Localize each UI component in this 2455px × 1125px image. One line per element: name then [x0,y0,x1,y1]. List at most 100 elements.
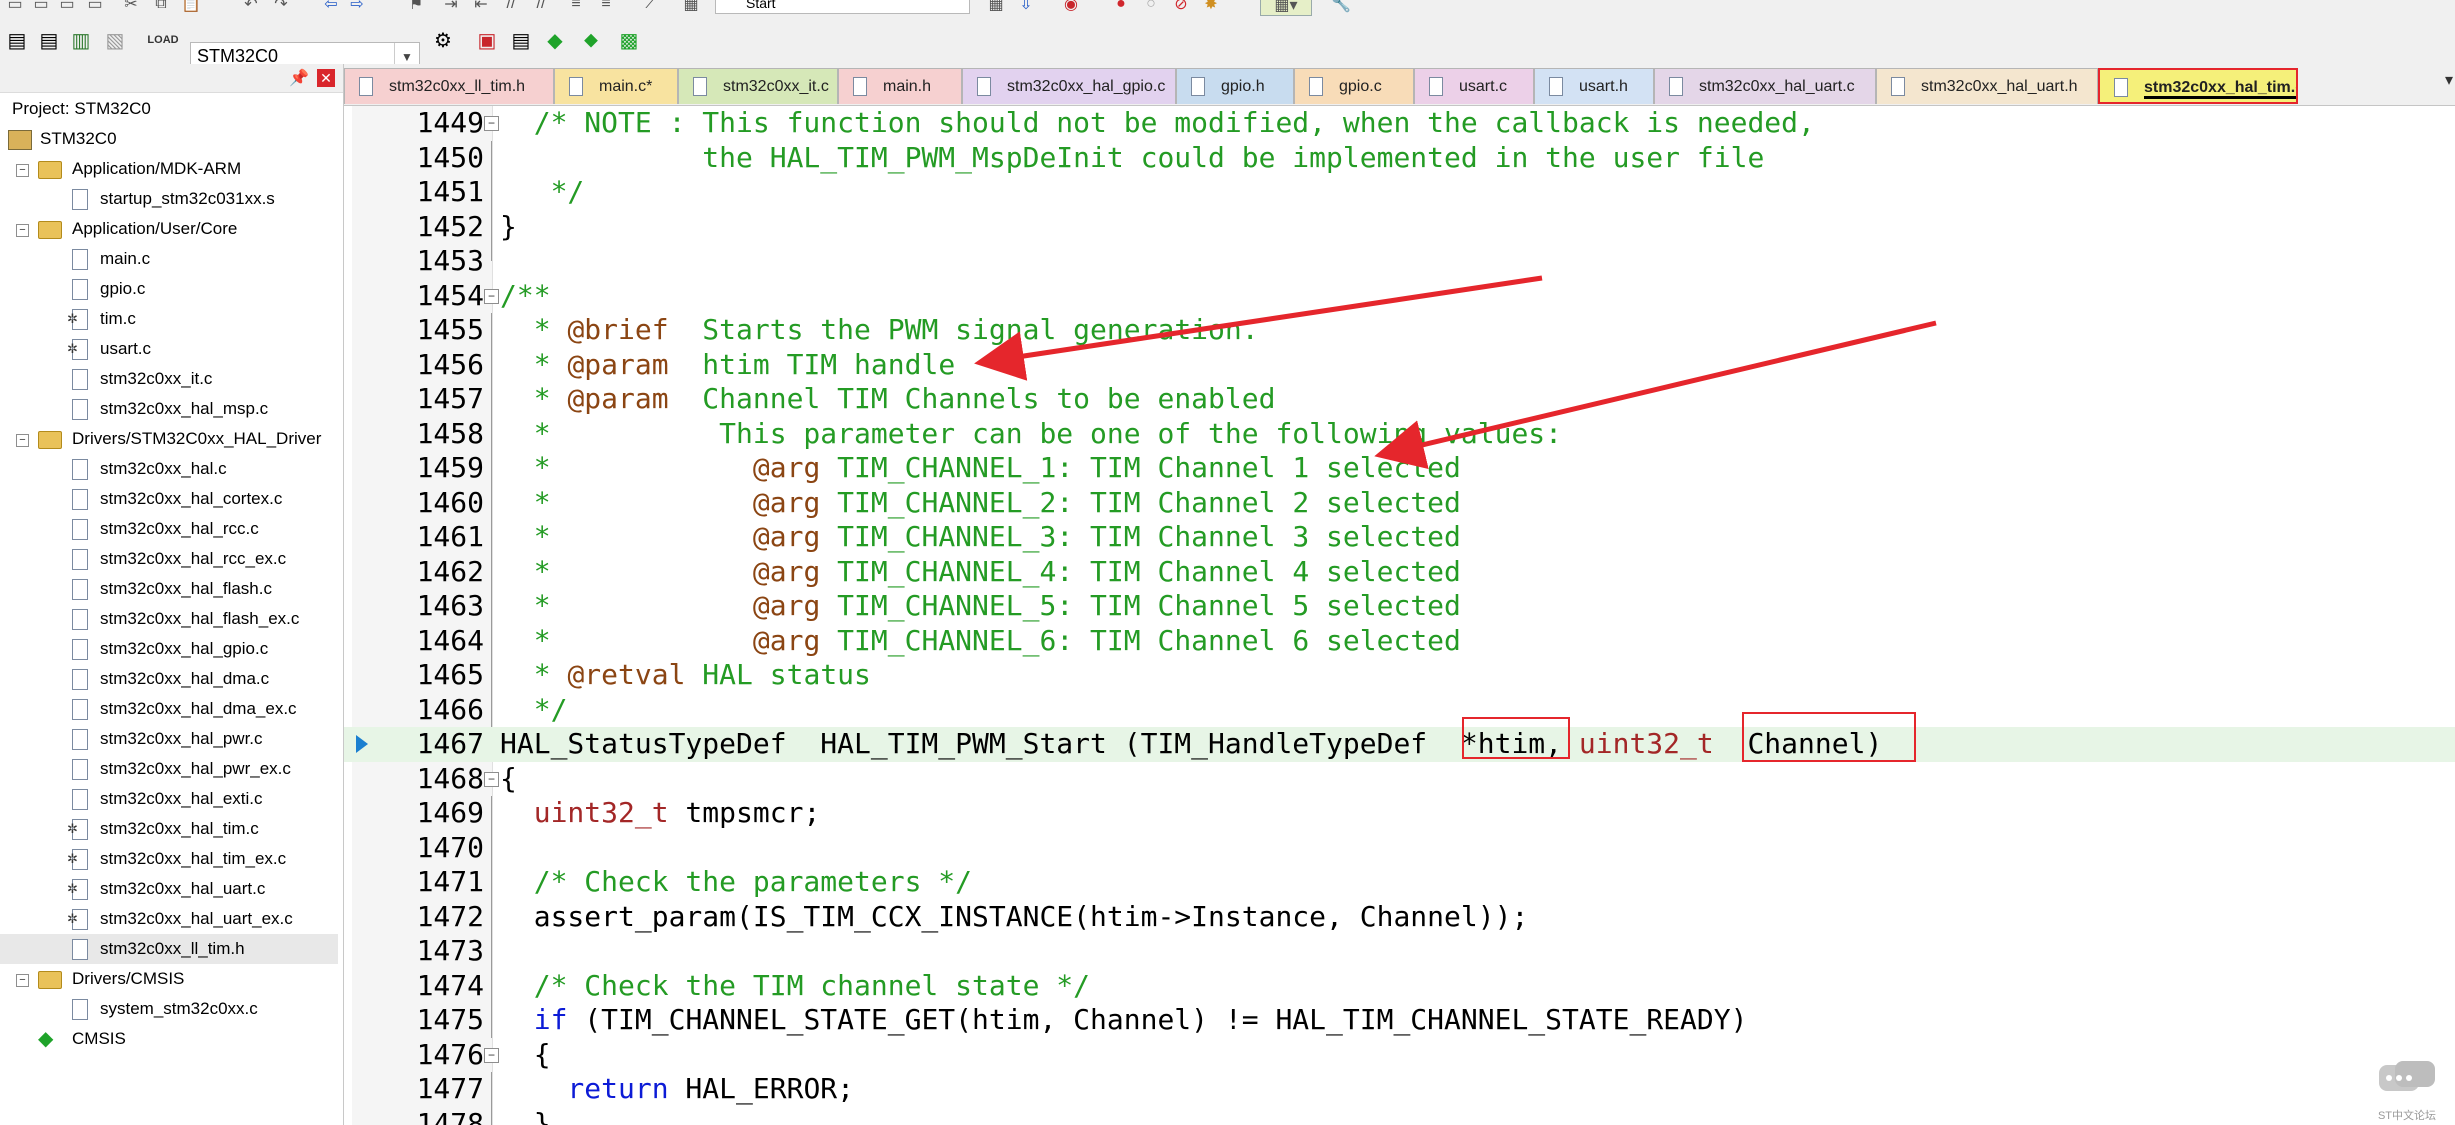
paste-icon[interactable]: 📋 [180,0,202,14]
nav-back-icon[interactable]: ⇦ [320,0,342,14]
tree-file-1-4[interactable]: stm32c0xx_it.c [0,364,338,394]
tree-file-2-13[interactable]: stm32c0xx_hal_tim_ex.c [0,844,338,874]
load-icon[interactable]: LOAD [147,25,178,55]
project-label-row[interactable]: Project: STM32C0 [0,94,338,124]
tree-group-0[interactable]: − Application/MDK-ARM [0,154,338,184]
collapse-icon[interactable]: − [16,974,29,987]
tab-overflow-icon[interactable]: ▾ [2445,70,2453,90]
tab-3[interactable]: main.h [838,68,962,104]
collapse-icon[interactable]: − [16,224,29,237]
tree-group-2[interactable]: − Drivers/STM32C0xx_HAL_Driver [0,424,338,454]
code-editor[interactable]: 1449− /* NOTE : This function should not… [344,106,2455,1125]
find-icon[interactable]: ▦ [680,0,702,14]
file-icon [72,489,88,510]
tree-file-1-0[interactable]: main.c [0,244,338,274]
file-extensions-icon[interactable]: ▤ [506,25,536,55]
find-combo[interactable]: Start [715,0,970,14]
uncomment-icon[interactable]: // [530,0,552,14]
redo-icon[interactable]: ↷ [270,0,292,14]
indent-icon[interactable]: ⇥ [440,0,462,14]
tab-9[interactable]: stm32c0xx_hal_uart.c [1654,68,1876,104]
indent-selection-icon[interactable]: ≡ [565,0,587,14]
rebuild-icon[interactable]: ▥ [66,25,96,55]
collapse-icon[interactable]: − [16,434,29,447]
tree-item-project-root[interactable]: STM32C0 [0,124,338,154]
tree-group-1[interactable]: − Application/User/Core [0,214,338,244]
undo-icon[interactable]: ↶ [240,0,262,14]
save-all-icon[interactable]: ▭ [84,0,106,14]
file-label: stm32c0xx_hal_dma.c [100,669,270,688]
window-layout-icon[interactable]: ▦▾ [1260,0,1312,16]
outdent-icon[interactable]: ⇤ [470,0,492,14]
tab-6[interactable]: gpio.c [1294,68,1414,104]
select-software-packs-icon[interactable]: ▩ [614,25,644,55]
build-icon[interactable]: ▤ [34,25,64,55]
tab-0[interactable]: stm32c0xx_ll_tim.h [344,68,554,104]
batch-build-icon[interactable]: ▧ [100,25,130,55]
tree-item-cmsis[interactable]: ◆ CMSIS [0,1024,338,1054]
tab-11[interactable]: stm32c0xx_hal_tim.c [2098,68,2298,104]
tree-file-2-6[interactable]: stm32c0xx_hal_gpio.c [0,634,338,664]
find-in-files-icon[interactable]: ▦ [985,0,1007,14]
tree-file-2-14[interactable]: stm32c0xx_hal_uart.c [0,874,338,904]
tab-4[interactable]: stm32c0xx_hal_gpio.c [962,68,1176,104]
copy-icon[interactable]: ⧉ [150,0,172,14]
disable-breakpoint-icon[interactable]: ○ [1140,0,1162,14]
tab-8[interactable]: usart.h [1534,68,1654,104]
manage-components-icon[interactable]: ▣ [472,25,502,55]
tree-file-2-1[interactable]: stm32c0xx_hal_cortex.c [0,484,338,514]
tree-file-2-11[interactable]: stm32c0xx_hal_exti.c [0,784,338,814]
tree-file-2-9[interactable]: stm32c0xx_hal_pwr.c [0,724,338,754]
open-file-icon[interactable]: ▭ [30,0,52,14]
tree-file-2-4[interactable]: stm32c0xx_hal_flash.c [0,574,338,604]
target-options-icon[interactable]: ⚙ [428,25,458,55]
tree-file-2-7[interactable]: stm32c0xx_hal_dma.c [0,664,338,694]
clear-breakpoints-icon[interactable]: ✸ [1200,0,1222,14]
file-label: stm32c0xx_hal_tim.c [100,819,259,838]
file-icon [1191,77,1205,96]
close-icon[interactable]: ✕ [317,69,335,87]
tab-1[interactable]: main.c* [554,68,678,104]
tab-label: gpio.c [1339,78,1382,95]
tree-file-1-3[interactable]: usart.c [0,334,338,364]
kill-breakpoints-icon[interactable]: ⊘ [1170,0,1192,14]
save-icon[interactable]: ▭ [56,0,78,14]
bookmark-icon[interactable]: ⚑ [405,0,427,14]
pack-installer-icon[interactable]: ⬥ [576,25,606,55]
configure-icon[interactable]: 🔧 [1330,0,1352,14]
format-icon[interactable]: ⟋ [640,0,662,14]
breakpoint-icon[interactable]: ● [1110,0,1132,14]
nav-forward-icon[interactable]: ⇨ [346,0,368,14]
unindent-selection-icon[interactable]: ≡ [595,0,617,14]
tree-group-3[interactable]: − Drivers/CMSIS [0,964,338,994]
tree-file-3-0[interactable]: system_stm32c0xx.c [0,994,338,1024]
debug-icon[interactable]: ◉ [1060,0,1082,14]
tree-file-1-2[interactable]: tim.c [0,304,338,334]
tree-file-1-1[interactable]: gpio.c [0,274,338,304]
tree-file-0-0[interactable]: startup_stm32c031xx.s [0,184,338,214]
pin-icon[interactable]: 📌 [289,68,309,88]
collapse-icon[interactable]: − [16,164,29,177]
tab-7[interactable]: usart.c [1414,68,1534,104]
new-file-icon[interactable]: ▭ [4,0,26,14]
tab-2[interactable]: stm32c0xx_it.c [678,68,838,104]
tree-file-2-8[interactable]: stm32c0xx_hal_dma_ex.c [0,694,338,724]
tree-file-2-5[interactable]: stm32c0xx_hal_flash_ex.c [0,604,338,634]
tab-5[interactable]: gpio.h [1176,68,1294,104]
comment-icon[interactable]: // [500,0,522,14]
file-icon [67,909,88,930]
tree-file-2-0[interactable]: stm32c0xx_hal.c [0,454,338,484]
tree-file-1-5[interactable]: stm32c0xx_hal_msp.c [0,394,338,424]
run-time-environment-icon[interactable]: ◆ [540,25,570,55]
tree-file-2-12[interactable]: stm32c0xx_hal_tim.c [0,814,338,844]
tree-file-2-10[interactable]: stm32c0xx_hal_pwr_ex.c [0,754,338,784]
tree-file-2-16[interactable]: stm32c0xx_ll_tim.h [0,934,338,964]
tree-file-2-2[interactable]: stm32c0xx_hal_rcc.c [0,514,338,544]
group-label: Application/MDK-ARM [72,159,242,178]
translate-icon[interactable]: ▤ [2,25,32,55]
tab-10[interactable]: stm32c0xx_hal_uart.h [1876,68,2098,104]
tree-file-2-3[interactable]: stm32c0xx_hal_rcc_ex.c [0,544,338,574]
cut-icon[interactable]: ✂ [120,0,142,14]
tree-file-2-15[interactable]: stm32c0xx_hal_uart_ex.c [0,904,338,934]
incremental-find-icon[interactable]: ⇩ [1015,0,1037,14]
